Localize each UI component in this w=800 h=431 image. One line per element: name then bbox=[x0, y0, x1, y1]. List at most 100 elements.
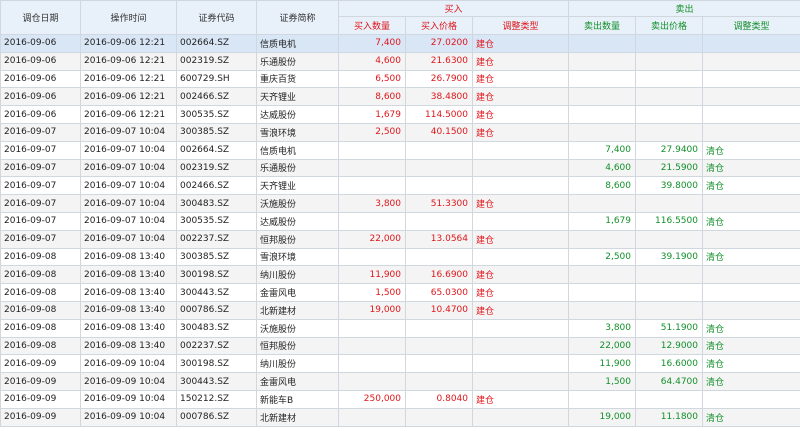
cell-date: 2016-09-07 bbox=[0, 140, 81, 160]
table-row[interactable]: 2016-09-08 2016-09-08 13:40 002237.SZ 恒邦股份 2… bbox=[0, 336, 800, 356]
cell-sell-qty: 4,600 bbox=[568, 158, 636, 178]
col-header-buy-qty[interactable]: 买入数量 bbox=[338, 16, 406, 35]
cell-sell-qty bbox=[568, 69, 636, 89]
cell-name: 恒邦股份 bbox=[256, 336, 339, 356]
cell-name: 天齐锂业 bbox=[256, 176, 339, 196]
table-row[interactable]: 2016-09-06 2016-09-06 12:21 002466.SZ 天齐锂业 8… bbox=[0, 87, 800, 107]
table-row[interactable]: 2016-09-07 2016-09-07 10:04 300535.SZ 达威股份 1… bbox=[0, 211, 800, 231]
table-row[interactable]: 2016-09-09 2016-09-09 10:04 000786.SZ 北新建材 1… bbox=[0, 407, 800, 427]
table-row[interactable]: 2016-09-06 2016-09-06 12:21 600729.SH 重庆百货 6… bbox=[0, 69, 800, 89]
cell-buy-type bbox=[472, 211, 569, 231]
cell-sell-price bbox=[635, 194, 703, 213]
cell-sell-type bbox=[702, 122, 800, 142]
cell-date: 2016-09-08 bbox=[0, 283, 81, 302]
table-row[interactable]: 2016-09-07 2016-09-07 10:04 002466.SZ 天齐锂业 8… bbox=[0, 176, 800, 196]
cell-date: 2016-09-09 bbox=[0, 407, 81, 427]
cell-name: 金雷风电 bbox=[256, 283, 339, 302]
table-row[interactable]: 2016-09-07 2016-09-07 10:04 002319.SZ 乐通股份 4… bbox=[0, 158, 800, 178]
table-row[interactable]: 2016-09-07 2016-09-07 10:04 002237.SZ 恒邦股份 2… bbox=[0, 229, 800, 249]
cell-sell-type bbox=[702, 51, 800, 71]
cell-sell-qty bbox=[568, 105, 636, 124]
cell-buy-type: 建仓 bbox=[472, 122, 569, 142]
cell-buy-price: 21.6300 bbox=[405, 51, 473, 71]
cell-name: 信质电机 bbox=[256, 140, 339, 160]
table-row[interactable]: 2016-09-08 2016-09-08 13:40 000786.SZ 北新建材 1… bbox=[0, 300, 800, 320]
cell-sell-type bbox=[702, 300, 800, 320]
cell-sell-qty bbox=[568, 389, 636, 409]
table-row[interactable]: 2016-09-09 2016-09-09 10:04 300198.SZ 纳川股份 1… bbox=[0, 354, 800, 374]
table-row[interactable]: 2016-09-06 2016-09-06 12:21 300535.SZ 达威股份 1… bbox=[0, 105, 800, 124]
col-header-name[interactable]: 证券简称 bbox=[256, 0, 339, 35]
cell-sell-type: 清仓 bbox=[702, 140, 800, 160]
table-row[interactable]: 2016-09-08 2016-09-08 13:40 300198.SZ 纳川股份 1… bbox=[0, 265, 800, 285]
col-header-op-time[interactable]: 操作时间 bbox=[80, 0, 177, 35]
cell-sell-price: 12.9000 bbox=[635, 336, 703, 356]
cell-sell-price bbox=[635, 300, 703, 320]
cell-buy-price bbox=[405, 372, 473, 391]
table-row[interactable]: 2016-09-06 2016-09-06 12:21 002664.SZ 信质电机 7… bbox=[0, 34, 800, 53]
cell-buy-qty: 19,000 bbox=[338, 300, 406, 320]
cell-time: 2016-09-09 10:04 bbox=[80, 389, 177, 409]
trade-table-body: 2016-09-06 2016-09-06 12:21 002664.SZ 信质电机 7… bbox=[0, 34, 800, 427]
cell-code: 002319.SZ bbox=[176, 158, 257, 178]
cell-code: 002237.SZ bbox=[176, 229, 257, 249]
cell-name: 重庆百货 bbox=[256, 69, 339, 89]
cell-buy-price: 114.5000 bbox=[405, 105, 473, 124]
table-row[interactable]: 2016-09-08 2016-09-08 13:40 300385.SZ 雪浪环境 2… bbox=[0, 247, 800, 267]
col-header-sell-qty[interactable]: 卖出数量 bbox=[568, 16, 636, 35]
cell-sell-price: 64.4700 bbox=[635, 372, 703, 391]
cell-buy-price bbox=[405, 247, 473, 267]
col-header-sell-type[interactable]: 调整类型 bbox=[702, 16, 800, 35]
cell-sell-price bbox=[635, 122, 703, 142]
cell-date: 2016-09-07 bbox=[0, 211, 81, 231]
cell-time: 2016-09-09 10:04 bbox=[80, 407, 177, 427]
col-header-sell-price[interactable]: 卖出价格 bbox=[635, 16, 703, 35]
table-row[interactable]: 2016-09-09 2016-09-09 10:04 300443.SZ 金雷风电 1… bbox=[0, 372, 800, 391]
col-header-adjust-date[interactable]: 调仓日期 bbox=[0, 0, 81, 35]
cell-code: 600729.SH bbox=[176, 69, 257, 89]
table-row[interactable]: 2016-09-07 2016-09-07 10:04 300483.SZ 沃施股份 3… bbox=[0, 194, 800, 213]
cell-time: 2016-09-07 10:04 bbox=[80, 176, 177, 196]
table-row[interactable]: 2016-09-09 2016-09-09 10:04 150212.SZ 新能车B 2… bbox=[0, 389, 800, 409]
cell-date: 2016-09-06 bbox=[0, 105, 81, 124]
cell-name: 天齐锂业 bbox=[256, 87, 339, 107]
cell-date: 2016-09-08 bbox=[0, 265, 81, 285]
cell-time: 2016-09-07 10:04 bbox=[80, 140, 177, 160]
cell-sell-type bbox=[702, 283, 800, 302]
cell-sell-qty bbox=[568, 122, 636, 142]
cell-buy-qty: 22,000 bbox=[338, 229, 406, 249]
cell-sell-price: 27.9400 bbox=[635, 140, 703, 160]
cell-time: 2016-09-08 13:40 bbox=[80, 318, 177, 338]
table-row[interactable]: 2016-09-07 2016-09-07 10:04 002664.SZ 信质电机 7… bbox=[0, 140, 800, 160]
cell-date: 2016-09-07 bbox=[0, 122, 81, 142]
table-row[interactable]: 2016-09-08 2016-09-08 13:40 300443.SZ 金雷风电 1… bbox=[0, 283, 800, 302]
cell-sell-qty: 3,800 bbox=[568, 318, 636, 338]
table-row[interactable]: 2016-09-07 2016-09-07 10:04 300385.SZ 雪浪环境 2… bbox=[0, 122, 800, 142]
col-header-buy-price[interactable]: 买入价格 bbox=[405, 16, 473, 35]
cell-code: 300385.SZ bbox=[176, 247, 257, 267]
cell-buy-price bbox=[405, 354, 473, 374]
cell-buy-price: 38.4800 bbox=[405, 87, 473, 107]
table-row[interactable]: 2016-09-08 2016-09-08 13:40 300483.SZ 沃施股份 3… bbox=[0, 318, 800, 338]
cell-buy-qty bbox=[338, 158, 406, 178]
table-row[interactable]: 2016-09-06 2016-09-06 12:21 002319.SZ 乐通股份 4… bbox=[0, 51, 800, 71]
cell-sell-type: 清仓 bbox=[702, 372, 800, 391]
cell-sell-price bbox=[635, 283, 703, 302]
cell-code: 300443.SZ bbox=[176, 372, 257, 391]
cell-buy-price: 51.3300 bbox=[405, 194, 473, 213]
cell-buy-qty: 11,900 bbox=[338, 265, 406, 285]
cell-buy-qty: 4,600 bbox=[338, 51, 406, 71]
cell-code: 300483.SZ bbox=[176, 318, 257, 338]
cell-sell-type: 清仓 bbox=[702, 336, 800, 356]
cell-code: 300443.SZ bbox=[176, 283, 257, 302]
cell-buy-type bbox=[472, 336, 569, 356]
cell-buy-qty: 8,600 bbox=[338, 87, 406, 107]
cell-time: 2016-09-06 12:21 bbox=[80, 34, 177, 53]
cell-sell-price: 39.8000 bbox=[635, 176, 703, 196]
cell-name: 新能车B bbox=[256, 389, 339, 409]
cell-sell-type bbox=[702, 105, 800, 124]
group-header-buy: 买入 bbox=[338, 0, 569, 17]
col-header-buy-type[interactable]: 调整类型 bbox=[472, 16, 569, 35]
cell-sell-type bbox=[702, 265, 800, 285]
col-header-code[interactable]: 证券代码 bbox=[176, 0, 257, 35]
